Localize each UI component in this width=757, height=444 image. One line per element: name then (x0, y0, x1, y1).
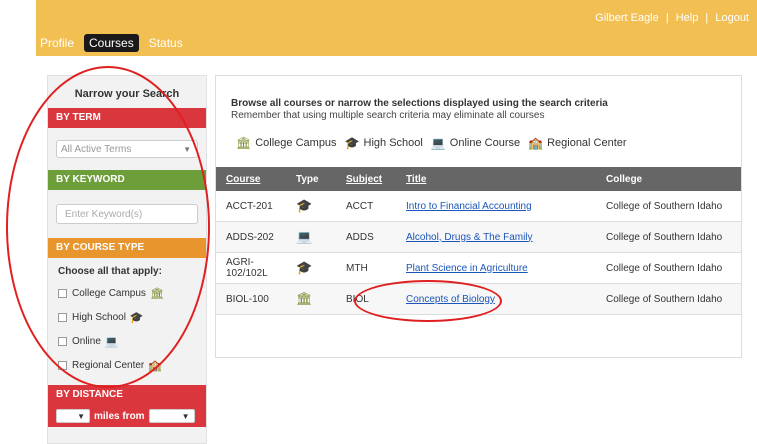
laptop-icon: 💻 (104, 335, 119, 348)
course-subject: MTH (336, 252, 396, 284)
course-type-label: Online (72, 335, 101, 347)
tab-status[interactable]: Status (149, 36, 183, 50)
column-header-college: College (596, 167, 741, 191)
course-college: College of Southern Idaho (596, 221, 741, 253)
top-bar: Gilbert Eagle | Help | Logout Profile Co… (36, 0, 757, 56)
search-sidebar: Narrow your Search BY TERM All Active Te… (47, 75, 207, 444)
column-header-title[interactable]: Title (396, 167, 596, 191)
main-nav: Profile Courses Status (40, 34, 193, 52)
regional-center-icon: 🏫 (528, 136, 544, 150)
choose-label: Choose all that apply: (58, 266, 162, 277)
table-header-row: Course Type Subject Title College (216, 167, 741, 191)
course-type-online[interactable]: Online 💻 (48, 329, 206, 353)
course-title-link[interactable]: Alcohol, Drugs & The Family (406, 232, 533, 243)
by-term-header: BY TERM (48, 108, 206, 128)
course-title-cell: Intro to Financial Accounting (396, 191, 596, 222)
building-icon: 🏛 (236, 136, 252, 150)
table-row: BIOL-100 🏛 BIOL Concepts of Biology Coll… (216, 283, 741, 315)
building-icon: 🏛 (296, 291, 313, 306)
courses-table: Course Type Subject Title College ACCT-2… (216, 167, 741, 315)
course-type-legend: 🏛 College Campus 🎓 High School 💻 Online … (236, 136, 635, 150)
course-subject: ACCT (336, 191, 396, 222)
legend-label: High School (363, 137, 423, 149)
course-type-regional-center[interactable]: Regional Center 🏫 (48, 353, 206, 377)
user-name-link[interactable]: Gilbert Eagle (595, 12, 659, 24)
course-college: College of Southern Idaho (596, 283, 741, 315)
column-header-type: Type (286, 167, 336, 191)
keyword-input[interactable]: Enter Keyword(s) (56, 204, 198, 224)
course-subject: ADDS (336, 221, 396, 253)
column-header-course[interactable]: Course (216, 167, 286, 191)
table-row: AGRI-102/102L 🎓 MTH Plant Science in Agr… (216, 252, 741, 284)
by-course-type-header: BY COURSE TYPE (48, 238, 206, 258)
course-type-college-campus[interactable]: College Campus 🏛 (48, 281, 206, 305)
course-type-cell: 🎓 (286, 252, 336, 284)
location-select[interactable]: ▼ (148, 409, 195, 423)
chevron-down-icon: ▼ (183, 145, 191, 154)
term-select[interactable]: All Active Terms ▼ (56, 140, 198, 158)
tab-courses[interactable]: Courses (84, 34, 139, 52)
course-title-cell: Alcohol, Drugs & The Family (396, 221, 596, 253)
course-code: ADDS-202 (216, 221, 286, 253)
by-distance-header: BY DISTANCE (48, 385, 206, 405)
graduation-cap-icon: 🎓 (129, 311, 144, 324)
laptop-icon: 💻 (430, 136, 446, 150)
checkbox[interactable] (58, 312, 67, 322)
building-icon: 🏛 (149, 287, 164, 300)
laptop-icon: 💻 (296, 229, 313, 244)
course-results-panel: Browse all courses or narrow the selecti… (215, 75, 742, 358)
miles-select[interactable]: ▼ (56, 409, 90, 423)
legend-item: 💻 Online Course (431, 136, 520, 150)
column-header-subject[interactable]: Subject (336, 167, 396, 191)
legend-item: 🏛 College Campus (236, 136, 337, 150)
legend-item: 🎓 High School (345, 136, 423, 150)
miles-from-label: miles from (94, 410, 145, 422)
legend-label: Online Course (449, 137, 521, 149)
course-type-label: High School (72, 311, 126, 323)
tab-profile[interactable]: Profile (40, 36, 74, 50)
user-links: Gilbert Eagle | Help | Logout (595, 12, 749, 24)
separator: | (705, 12, 709, 24)
checkbox[interactable] (58, 360, 67, 370)
legend-item: 🏫 Regional Center (528, 136, 626, 150)
course-college: College of Southern Idaho (596, 252, 741, 284)
regional-center-icon: 🏫 (148, 359, 162, 372)
panel-heading: Browse all courses or narrow the selecti… (231, 98, 608, 109)
course-type-high-school[interactable]: High School 🎓 (48, 305, 206, 329)
graduation-cap-icon: 🎓 (344, 136, 360, 150)
panel-subheading: Remember that using multiple search crit… (231, 110, 545, 121)
logout-link[interactable]: Logout (715, 12, 749, 24)
course-title-link[interactable]: Plant Science in Agriculture (406, 263, 528, 274)
term-select-value: All Active Terms (61, 144, 132, 155)
course-title-link[interactable]: Concepts of Biology (406, 294, 495, 305)
course-type-cell: 🎓 (286, 191, 336, 222)
graduation-cap-icon: 🎓 (296, 198, 313, 213)
by-keyword-header: BY KEYWORD (48, 170, 206, 190)
course-type-cell: 💻 (286, 221, 336, 253)
separator: | (665, 12, 669, 24)
sidebar-title: Narrow your Search (74, 88, 180, 100)
course-code: ACCT-201 (216, 191, 286, 222)
checkbox[interactable] (58, 288, 67, 298)
distance-row: ▼ miles from ▼ (48, 405, 206, 427)
course-type-label: Regional Center (72, 359, 145, 371)
course-title-cell: Concepts of Biology (396, 283, 596, 315)
course-college: College of Southern Idaho (596, 191, 741, 222)
table-row: ACCT-201 🎓 ACCT Intro to Financial Accou… (216, 191, 741, 222)
course-subject: BIOL (336, 283, 396, 315)
graduation-cap-icon: 🎓 (296, 260, 313, 275)
course-title-link[interactable]: Intro to Financial Accounting (406, 201, 532, 212)
legend-label: Regional Center (547, 137, 627, 149)
course-type-cell: 🏛 (286, 283, 336, 315)
course-code: AGRI-102/102L (216, 252, 286, 284)
legend-label: College Campus (255, 137, 337, 149)
help-link[interactable]: Help (676, 12, 699, 24)
checkbox[interactable] (58, 336, 67, 346)
table-row: ADDS-202 💻 ADDS Alcohol, Drugs & The Fam… (216, 221, 741, 253)
course-title-cell: Plant Science in Agriculture (396, 252, 596, 284)
course-type-label: College Campus (72, 287, 146, 299)
course-code: BIOL-100 (216, 283, 286, 315)
